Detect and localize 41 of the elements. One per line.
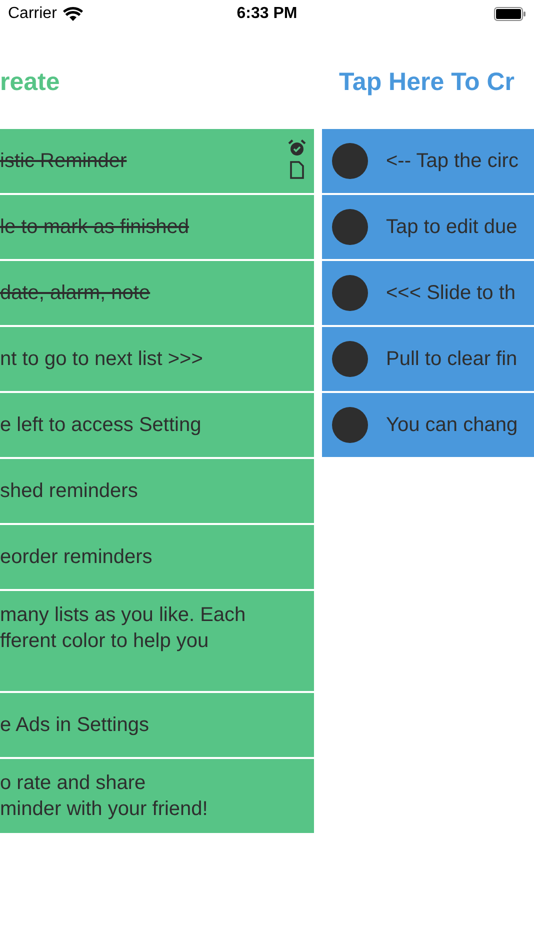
reminder-row[interactable]: le to mark as finished bbox=[0, 195, 314, 259]
reminder-text: <-- Tap the circ bbox=[386, 149, 518, 174]
reminder-text: nt to go to next list >>> bbox=[0, 347, 203, 372]
checkbox-circle[interactable] bbox=[332, 143, 368, 179]
reminder-row[interactable]: many lists as you like. Each fferent color to help you bbox=[0, 591, 314, 691]
reminder-text: istic Reminder bbox=[0, 149, 127, 174]
reminder-text: le to mark as finished bbox=[0, 215, 189, 240]
checkbox-circle[interactable] bbox=[332, 407, 368, 443]
reminder-row[interactable]: o rate and share minder with your friend! bbox=[0, 759, 314, 833]
alarm-clock-icon bbox=[288, 139, 306, 157]
reminder-row[interactable]: date, alarm, note bbox=[0, 261, 314, 325]
reminder-row[interactable]: nt to go to next list >>> bbox=[0, 327, 314, 391]
wifi-icon bbox=[62, 7, 83, 21]
checkbox-circle[interactable] bbox=[332, 341, 368, 377]
reminder-row[interactable]: eorder reminders bbox=[0, 525, 314, 589]
reminder-row[interactable]: <<< Slide to th bbox=[322, 261, 534, 325]
reminder-row[interactable]: You can chang bbox=[322, 393, 534, 457]
reminder-text: date, alarm, note bbox=[0, 281, 150, 306]
reminder-text: e left to access Setting bbox=[0, 413, 202, 438]
reminder-row[interactable]: <-- Tap the circ bbox=[322, 129, 534, 193]
reminder-text: You can chang bbox=[386, 413, 518, 438]
reminder-row[interactable]: e left to access Setting bbox=[0, 393, 314, 457]
reminder-text: shed reminders bbox=[0, 479, 138, 504]
reminder-text: e Ads in Settings bbox=[0, 713, 149, 738]
reminder-row[interactable]: istic Reminder bbox=[0, 129, 314, 193]
reminder-text: Tap to edit due bbox=[386, 215, 518, 240]
reminder-text: many lists as you like. Each fferent color to help you bbox=[0, 603, 246, 654]
carrier-label: Carrier bbox=[8, 5, 57, 23]
reminder-row[interactable]: Pull to clear fin bbox=[322, 327, 534, 391]
reminder-row[interactable]: shed reminders bbox=[0, 459, 314, 523]
reminder-text: Pull to clear fin bbox=[386, 347, 518, 372]
checkbox-circle[interactable] bbox=[332, 275, 368, 311]
reminder-row[interactable]: Tap to edit due bbox=[322, 195, 534, 259]
reminder-text: o rate and share minder with your friend! bbox=[0, 771, 208, 822]
reminder-text: <<< Slide to th bbox=[386, 281, 516, 306]
document-icon bbox=[290, 161, 304, 179]
checkbox-circle[interactable] bbox=[332, 209, 368, 245]
reminder-row[interactable]: e Ads in Settings bbox=[0, 693, 314, 757]
reminder-text: eorder reminders bbox=[0, 545, 152, 570]
battery-icon bbox=[494, 7, 526, 21]
status-time: 6:33 PM bbox=[236, 5, 298, 23]
